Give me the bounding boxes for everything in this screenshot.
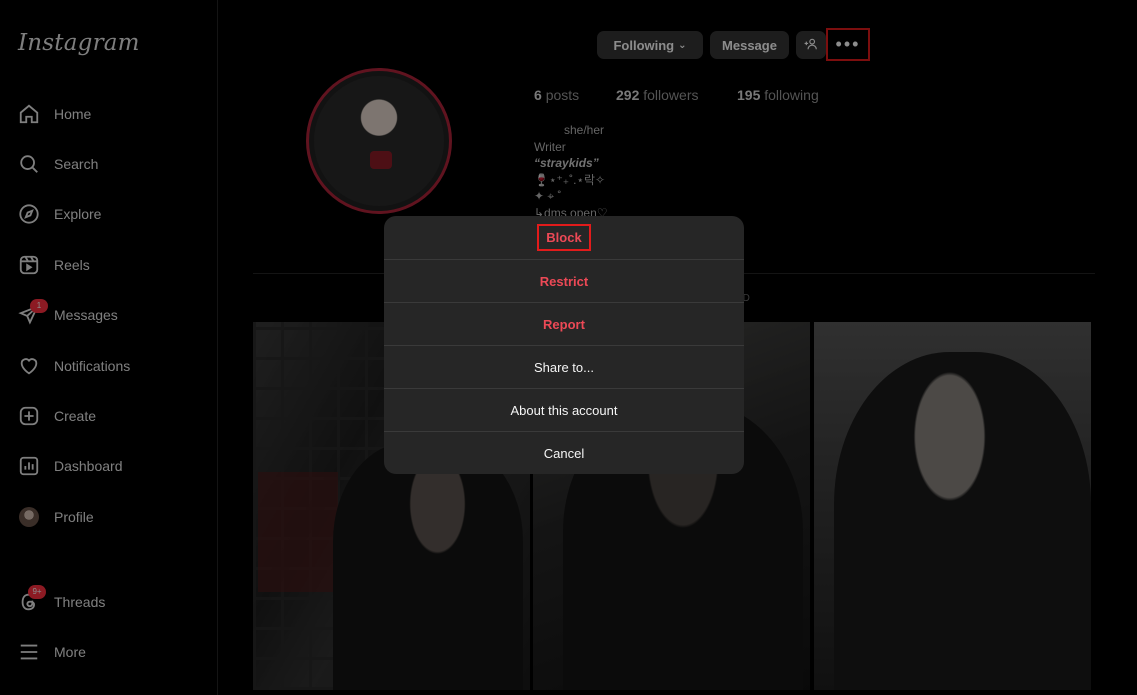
restrict-option[interactable]: Restrict: [384, 259, 744, 302]
block-option[interactable]: Block: [384, 216, 744, 259]
profile-options-dialog: Block Restrict Report Share to... About …: [384, 216, 744, 474]
about-account-option[interactable]: About this account: [384, 388, 744, 431]
share-option[interactable]: Share to...: [384, 345, 744, 388]
report-option[interactable]: Report: [384, 302, 744, 345]
block-label: Block: [537, 224, 591, 251]
cancel-option[interactable]: Cancel: [384, 431, 744, 474]
